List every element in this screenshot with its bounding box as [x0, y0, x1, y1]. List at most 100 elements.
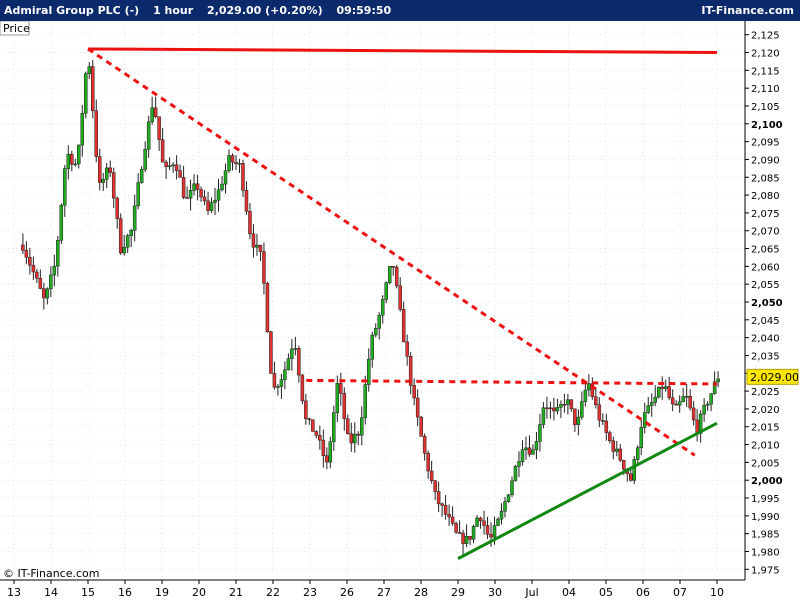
- y-tick-label: 2,050: [751, 298, 783, 309]
- candle-body: [258, 244, 263, 252]
- y-tick-label: 2,095: [751, 138, 780, 149]
- candle-body: [552, 407, 556, 412]
- candle-body: [77, 144, 81, 165]
- candle-body: [45, 288, 50, 299]
- candle-body: [328, 441, 333, 463]
- candle-body: [346, 418, 350, 434]
- candle-body: [349, 433, 354, 444]
- candle-body: [380, 299, 385, 316]
- y-tick-label: 2,110: [751, 84, 780, 95]
- candle-body: [87, 66, 92, 74]
- candle-body: [335, 383, 340, 413]
- candle-body: [91, 66, 95, 112]
- candle-body: [188, 190, 193, 199]
- y-tick-label: 2,045: [751, 316, 780, 327]
- y-tick-label: 2,025: [751, 387, 780, 398]
- candle-body: [660, 386, 664, 389]
- candle-body: [468, 536, 472, 540]
- candle-body: [691, 407, 696, 421]
- candle-body: [202, 196, 207, 202]
- x-tick-label: Jul: [524, 586, 538, 599]
- candle-body: [513, 466, 518, 482]
- candle-body: [290, 348, 294, 359]
- candle-body: [555, 407, 560, 412]
- x-tick-label: 10: [710, 586, 724, 599]
- candle-body: [419, 416, 423, 437]
- x-tick-label: 26: [340, 586, 354, 599]
- candle-body: [118, 218, 123, 254]
- y-tick-label: 1,975: [751, 565, 780, 576]
- candle-body: [475, 517, 479, 527]
- y-tick-label: 2,040: [751, 334, 780, 345]
- y-tick-label: 2,115: [751, 66, 780, 77]
- candle-body: [622, 460, 626, 470]
- candle-body: [49, 274, 53, 290]
- candle-body: [230, 155, 235, 163]
- candle-body: [150, 107, 154, 123]
- candle-body: [255, 244, 259, 248]
- candle-body: [632, 459, 637, 481]
- timeframe: 1 hour: [153, 4, 194, 17]
- candle-body: [265, 283, 270, 333]
- candle-body: [545, 407, 549, 410]
- x-tick-label: 04: [562, 586, 576, 599]
- candle-body: [709, 393, 713, 405]
- y-tick-label: 2,015: [751, 423, 780, 434]
- candle-body: [353, 433, 357, 444]
- candle-body: [401, 309, 406, 343]
- y-tick-label: 2,065: [751, 245, 780, 256]
- y-tick-label: 2,020: [751, 405, 780, 416]
- candle-body: [101, 179, 105, 183]
- candle-body: [506, 494, 511, 503]
- candle-body: [139, 169, 144, 183]
- candle-body: [314, 431, 319, 436]
- y-tick-label: 1,990: [751, 512, 780, 523]
- x-tick-label: 19: [155, 586, 169, 599]
- candle-body: [185, 197, 189, 199]
- candle-body: [339, 383, 343, 394]
- candle-body: [391, 266, 395, 268]
- candle-body: [35, 271, 39, 279]
- x-tick-label: 22: [266, 586, 280, 599]
- candle-body: [705, 403, 710, 406]
- candle-body: [450, 516, 455, 524]
- candle-body: [129, 230, 133, 236]
- candle-body: [464, 536, 469, 544]
- candle-body: [262, 251, 266, 284]
- candle-body: [300, 374, 305, 402]
- candle-body: [160, 139, 165, 163]
- x-tick-label: 28: [414, 586, 428, 599]
- candle-body: [503, 501, 507, 512]
- candle-body: [84, 73, 88, 114]
- candle-body: [195, 183, 200, 190]
- candle-body: [653, 396, 657, 403]
- candle-body: [524, 447, 528, 451]
- candle-body: [433, 480, 437, 492]
- x-tick-label: 30: [488, 586, 502, 599]
- candle-body: [674, 403, 678, 406]
- candle-body: [304, 400, 308, 420]
- candle-body: [171, 164, 175, 167]
- candle-body: [21, 244, 25, 251]
- candle-body: [597, 404, 602, 421]
- candle-body: [436, 491, 441, 505]
- candle-body: [80, 113, 85, 146]
- candle-body: [520, 449, 525, 462]
- x-tick-label: 14: [44, 586, 58, 599]
- price-label: Price: [3, 22, 30, 35]
- candle-body: [398, 285, 402, 310]
- x-tick-label: 21: [229, 586, 243, 599]
- candle-body: [656, 386, 661, 398]
- candle-body: [677, 401, 682, 406]
- site-name: IT-Finance.com: [701, 4, 794, 17]
- candle-body: [601, 420, 605, 422]
- y-tick-label: 2,055: [751, 280, 780, 291]
- y-tick-label: 2,005: [751, 458, 780, 469]
- candle-body: [223, 170, 228, 185]
- candle-body: [370, 334, 374, 360]
- candle-body: [377, 314, 381, 329]
- candle-body: [482, 520, 486, 526]
- candle-body: [499, 511, 504, 520]
- candle-body: [562, 404, 567, 406]
- candle-body: [576, 416, 581, 425]
